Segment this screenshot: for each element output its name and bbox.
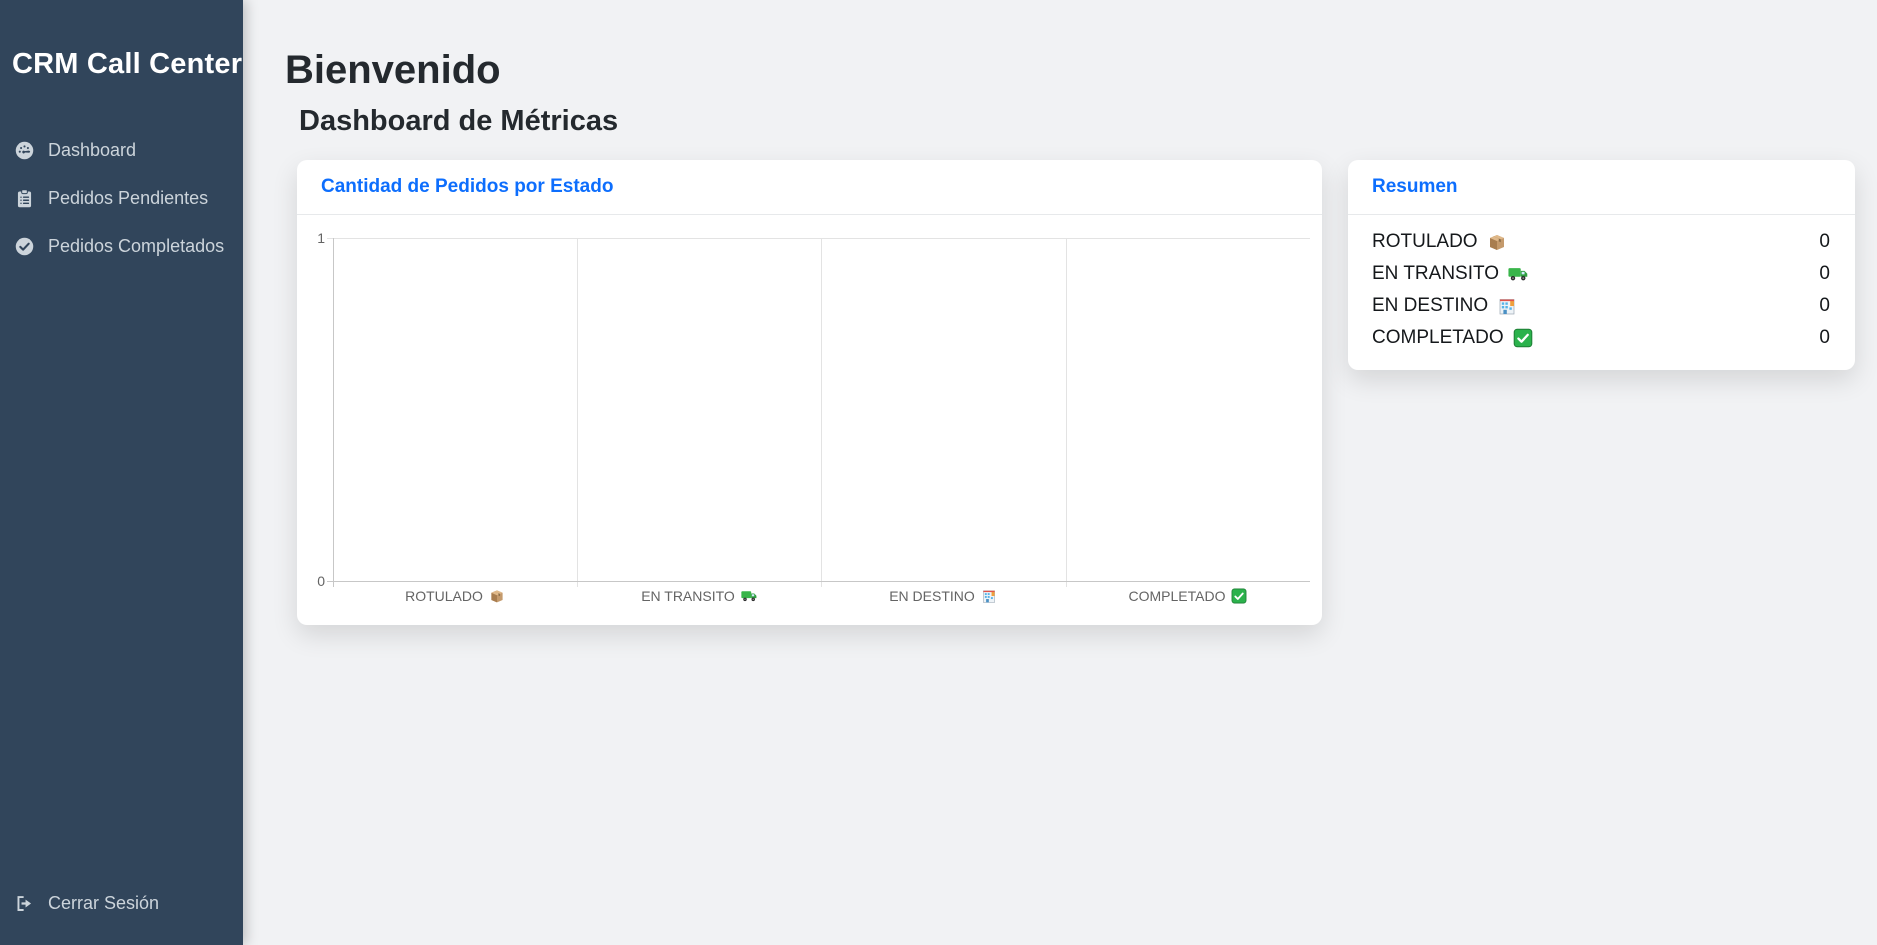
truck-icon — [741, 588, 757, 604]
y-tick-max: 1 — [297, 230, 325, 246]
logout-label: Cerrar Sesión — [48, 893, 159, 914]
logout-button[interactable]: Cerrar Sesión — [0, 879, 243, 927]
x-label-text: EN TRANSITO — [641, 588, 735, 604]
summary-row-value: 0 — [1819, 263, 1830, 285]
x-label-text: EN DESTINO — [889, 588, 975, 604]
summary-row-value: 0 — [1819, 295, 1830, 317]
chart-card-header: Cantidad de Pedidos por Estado — [297, 160, 1322, 215]
summary-row-value: 0 — [1819, 327, 1830, 349]
package-icon — [489, 588, 505, 604]
summary-card: Resumen ROTULADO 0 EN TRANSITO 0 EN DEST… — [1348, 160, 1855, 370]
gridline-v3 — [1066, 238, 1067, 587]
store-icon — [981, 588, 997, 604]
x-label-en-destino: EN DESTINO — [821, 588, 1065, 604]
y-axis-line — [333, 238, 334, 587]
summary-rows: ROTULADO 0 EN TRANSITO 0 EN DESTINO 0 CO… — [1372, 226, 1830, 354]
sidebar-item-pedidos-pendientes[interactable]: Pedidos Pendientes — [0, 174, 243, 222]
sidebar-item-label: Pedidos Pendientes — [48, 188, 208, 209]
summary-row-label: EN DESTINO — [1372, 295, 1488, 317]
store-icon — [1497, 296, 1517, 316]
check-icon — [1231, 588, 1247, 604]
main-content: Bienvenido Dashboard de Métricas Cantida… — [243, 0, 1877, 945]
x-label-completado: COMPLETADO — [1066, 588, 1310, 604]
sidebar-item-label: Pedidos Completados — [48, 236, 224, 257]
chart-card-title: Cantidad de Pedidos por Estado — [321, 176, 613, 198]
summary-row-label: EN TRANSITO — [1372, 263, 1499, 285]
gridline-top — [327, 238, 1310, 239]
clipboard-icon — [12, 186, 36, 210]
page-subtitle: Dashboard de Métricas — [299, 105, 618, 138]
sidebar: CRM Call Center Dashboard Pedidos Pendie… — [0, 0, 243, 945]
sidebar-item-label: Dashboard — [48, 140, 136, 161]
summary-row-rotulado: ROTULADO 0 — [1372, 226, 1830, 258]
summary-row-en-destino: EN DESTINO 0 — [1372, 290, 1830, 322]
sidebar-item-dashboard[interactable]: Dashboard — [0, 126, 243, 174]
app-title: CRM Call Center — [12, 48, 242, 81]
summary-card-header: Resumen — [1348, 160, 1855, 215]
gridline-v1 — [577, 238, 578, 587]
x-label-text: ROTULADO — [405, 588, 483, 604]
sign-out-icon — [12, 891, 36, 915]
truck-icon — [1508, 264, 1528, 284]
check-icon — [1513, 328, 1533, 348]
summary-row-label: ROTULADO — [1372, 231, 1478, 253]
x-label-en-transito: EN TRANSITO — [577, 588, 821, 604]
sidebar-nav: Dashboard Pedidos Pendientes Pedidos Com… — [0, 126, 243, 270]
gridline-v2 — [821, 238, 822, 587]
summary-row-completado: COMPLETADO 0 — [1372, 322, 1830, 354]
summary-row-value: 0 — [1819, 231, 1830, 253]
x-label-text: COMPLETADO — [1129, 588, 1226, 604]
summary-row-en-transito: EN TRANSITO 0 — [1372, 258, 1830, 290]
orders-by-status-chart[interactable]: 1 0 ROTULADO EN TRANSITO EN DESTINO — [297, 215, 1322, 625]
gauge-icon — [12, 138, 36, 162]
check-circle-icon — [12, 234, 36, 258]
page-title: Bienvenido — [285, 48, 501, 93]
summary-row-label: COMPLETADO — [1372, 327, 1504, 349]
x-label-rotulado: ROTULADO — [333, 588, 577, 604]
orders-by-status-card: Cantidad de Pedidos por Estado 1 0 ROTUL… — [297, 160, 1322, 625]
x-axis-line — [327, 581, 1310, 582]
sidebar-item-pedidos-completados[interactable]: Pedidos Completados — [0, 222, 243, 270]
summary-card-title: Resumen — [1372, 176, 1458, 198]
y-tick-zero: 0 — [297, 573, 325, 589]
package-icon — [1487, 232, 1507, 252]
